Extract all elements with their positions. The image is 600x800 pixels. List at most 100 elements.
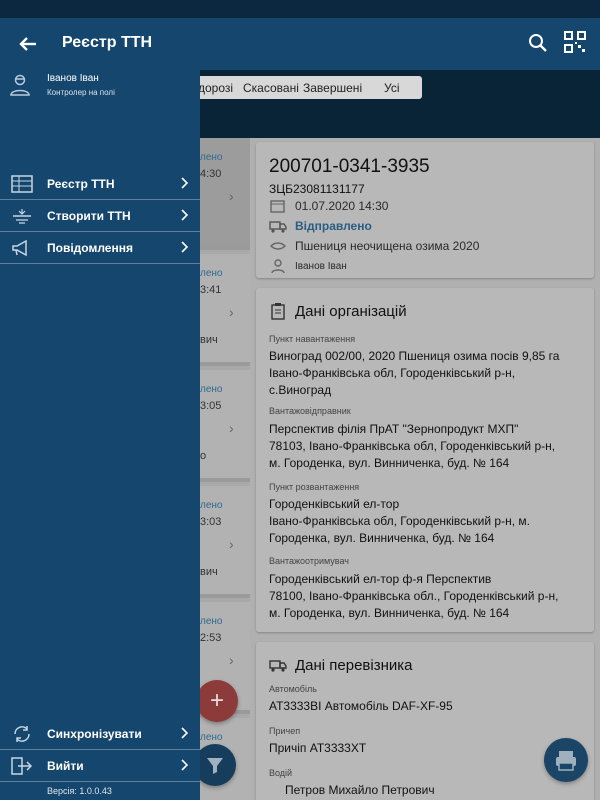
truck-icon	[269, 221, 287, 233]
trailer-value: Причіп АТ3333ХТ	[269, 741, 367, 755]
menu-item-registry[interactable]: Реєстр ТТН	[0, 168, 200, 200]
search-icon[interactable]	[526, 31, 550, 55]
chevron-right-icon: ›	[229, 188, 234, 204]
vehicle-value: АТ3333ВІ Автомобіль DAF-XF-95	[269, 699, 453, 713]
value-line: м. Городенка, вул. Винниченка, буд. № 16…	[269, 606, 510, 620]
menu-item-sync[interactable]: Синхронізувати	[0, 718, 200, 750]
chevron-right-icon: ›	[229, 536, 234, 552]
list-item-time: 3:03	[200, 516, 222, 528]
person-icon	[271, 259, 285, 274]
organizations-card: Дані організацій Пункт навантаження Вино…	[256, 288, 594, 632]
value-line: Івано-Франківська обл, Городенківський р…	[269, 366, 516, 380]
truck-icon	[269, 660, 287, 672]
user-role: Контролер на полі	[47, 88, 115, 97]
list-item-time: 3:41	[200, 284, 222, 296]
calendar-icon	[270, 200, 285, 213]
status-tabs: дорозі Скасовані Завершені Усі	[188, 76, 422, 99]
menu-item-logout[interactable]: Вийти	[0, 750, 200, 782]
chevron-right-icon	[181, 241, 189, 253]
menu-item-notifications[interactable]: Повідомлення	[0, 232, 200, 264]
list-item-time: 4:30	[200, 168, 222, 180]
menu-item-label: Повідомлення	[47, 241, 133, 255]
shipper-label: Вантажовідправник	[269, 406, 351, 416]
menu-item-label: Вийти	[47, 759, 84, 773]
menu-item-label: Створити ТТН	[47, 209, 131, 223]
list-item-status: лено	[200, 500, 223, 511]
field-icon	[13, 209, 31, 224]
ttn-summary-card: 200701-0341-3935 ЗЦБ23081131177 01.07.20…	[256, 142, 594, 278]
list-item-status: лено	[200, 384, 223, 395]
chevron-right-icon: ›	[229, 420, 234, 436]
chevron-right-icon: ›	[229, 304, 234, 320]
vehicle-label: Автомобіль	[269, 684, 317, 694]
consignee-value: Городенківський ел-тор ф-я Перспектив 78…	[269, 571, 585, 622]
ttn-code: ЗЦБ23081131177	[269, 182, 365, 196]
list-item-name: о	[200, 450, 207, 462]
value-line: Перспектив філія ПрАТ "Зернопродукт МХП"	[269, 422, 519, 436]
tab-all[interactable]: Усі	[384, 81, 400, 95]
list-item-status: лено	[200, 616, 223, 627]
list-item-status: лено	[200, 732, 223, 743]
back-arrow-icon[interactable]	[14, 30, 42, 58]
logout-icon	[11, 757, 33, 775]
menu-item-label: Синхронізувати	[47, 727, 142, 741]
chevron-right-icon	[181, 727, 189, 739]
ttn-cargo: Пшениця неочищена озима 2020	[295, 239, 480, 253]
ttn-cargo-row: Пшениця неочищена озима 2020	[269, 238, 479, 254]
printer-icon	[556, 751, 576, 771]
ttn-datetime: 01.07.2020 14:30	[295, 199, 389, 213]
list-item-time: 2:53	[200, 632, 222, 644]
menu-item-create-ttn[interactable]: Створити ТТН	[0, 200, 200, 232]
ttn-person-row: Іванов Іван	[269, 258, 347, 274]
grain-icon	[270, 242, 286, 250]
unloading-point-label: Пункт розвантаження	[269, 482, 360, 492]
chevron-right-icon: ›	[229, 652, 234, 668]
navigation-drawer: Реєстр ТТН Іванов Іван Контролер на полі…	[0, 18, 200, 800]
list-item-status: лено	[200, 152, 223, 163]
unloading-point-value: Городенківський ел-тор Івано-Франківська…	[269, 496, 585, 547]
qr-scan-icon[interactable]	[564, 31, 586, 53]
filter-icon	[207, 758, 223, 774]
value-line: м. Городенка, вул. Винниченка, буд. № 16…	[269, 456, 510, 470]
ttn-status: Відправлено	[295, 219, 372, 233]
drawer-title: Реєстр ТТН	[62, 34, 153, 51]
user-avatar-icon	[10, 74, 30, 96]
driver-value: Петров Михайло Петрович	[285, 783, 435, 797]
consignee-label: Вантажоотримувач	[269, 556, 349, 566]
clipboard-icon	[271, 303, 285, 320]
chevron-right-icon	[181, 209, 189, 221]
shipper-value: Перспектив філія ПрАТ "Зернопродукт МХП"…	[269, 421, 585, 472]
value-line: 78100, Івано-Франківська обл., Городенкі…	[269, 589, 559, 603]
add-ttn-button[interactable]: +	[196, 680, 238, 722]
value-line: Городенка, вул. Винниченка, буд. № 164	[269, 531, 495, 545]
user-profile: Іванов Іван Контролер на полі	[0, 70, 200, 110]
print-button[interactable]	[544, 738, 588, 782]
loading-point-value: Виноград 002/00, 2020 Пшениця озима посі…	[269, 348, 585, 399]
organizations-title: Дані організацій	[295, 302, 407, 320]
tab-completed[interactable]: Завершені	[303, 81, 362, 95]
carrier-section-title: Дані перевізника	[269, 656, 413, 674]
megaphone-icon	[12, 239, 27, 257]
value-line: с.Виноград	[269, 383, 332, 397]
carrier-title: Дані перевізника	[295, 656, 413, 674]
drawer-header: Реєстр ТТН	[0, 18, 200, 70]
value-line: Городенківський ел-тор ф-я Перспектив	[269, 572, 492, 586]
status-bar	[0, 0, 600, 18]
ttn-datetime-row: 01.07.2020 14:30	[269, 198, 388, 214]
ttn-number: 200701-0341-3935	[269, 156, 430, 177]
tab-cancelled[interactable]: Скасовані	[243, 81, 299, 95]
ttn-status-row: Відправлено	[269, 218, 372, 234]
value-line: Виноград 002/00, 2020 Пшениця озима посі…	[269, 349, 560, 363]
ttn-person: Іванов Іван	[295, 260, 347, 272]
chevron-right-icon	[181, 759, 189, 771]
value-line: Городенківський ел-тор	[269, 497, 400, 511]
list-item-time: 3:05	[200, 400, 222, 412]
value-line: Івано-Франківська обл, Городенківський р…	[269, 514, 530, 528]
user-name: Іванов Іван	[47, 73, 99, 84]
chevron-right-icon	[181, 177, 189, 189]
tab-on-road[interactable]: дорозі	[198, 81, 233, 95]
registry-icon	[11, 175, 33, 193]
filter-button[interactable]	[194, 744, 236, 786]
list-item-name: вич	[200, 334, 218, 346]
list-item-name: вич	[200, 566, 218, 578]
